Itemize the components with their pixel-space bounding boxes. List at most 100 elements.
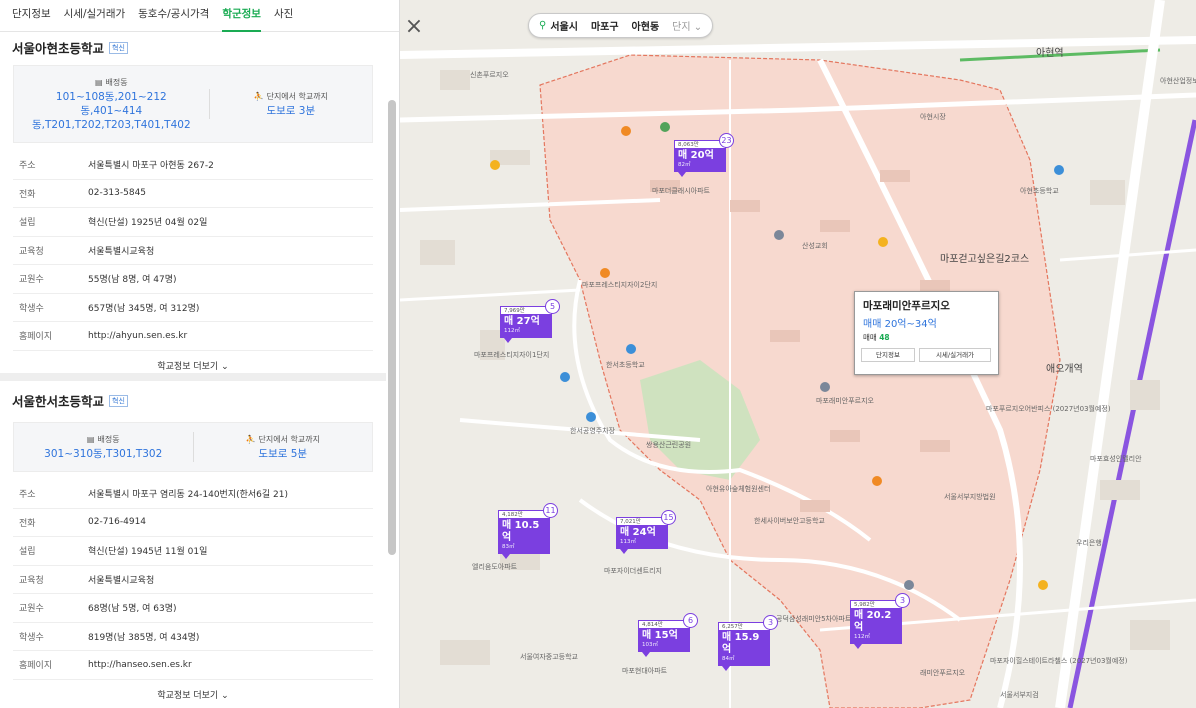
table-row: 교육청 서울특별시교육청 bbox=[13, 237, 373, 265]
church-icon[interactable] bbox=[774, 230, 784, 240]
map-label: 애오개역 bbox=[1046, 364, 1083, 375]
listing-count-badge: 3 bbox=[895, 593, 910, 608]
tab-complex-info[interactable]: 단지정보 bbox=[12, 0, 51, 32]
innovation-badge: 혁신 bbox=[109, 41, 128, 54]
map-label: 래미안푸르지오 bbox=[920, 669, 966, 677]
assigned-buildings: ▤ 배정동 101~108동,201~212동,401~414동,T201,T20… bbox=[14, 77, 209, 132]
parking-icon[interactable] bbox=[586, 412, 596, 422]
school-icon[interactable] bbox=[626, 344, 636, 354]
map-label: 한서공영주차장 bbox=[570, 427, 616, 435]
building-icon: ▤ bbox=[86, 434, 95, 444]
map-label: 마포걷고싶은길2코스 bbox=[940, 254, 1030, 265]
table-row: 설립 혁신(단설) 1925년 04월 02일 bbox=[13, 208, 373, 237]
map-label: 마포프레스티지자이1단지 bbox=[474, 351, 550, 359]
map-label: 마포더클래시아파트 bbox=[652, 187, 710, 195]
school-info-panel: 단지정보 시세/실거래가 동호수/공시가격 학군정보 사진 서울아현초등학교 혁… bbox=[0, 0, 400, 708]
location-district[interactable]: 마포구 bbox=[591, 18, 619, 33]
location-city[interactable]: 서울시 bbox=[550, 18, 578, 33]
price-marker[interactable]: 4,182만 매 10.5억 83㎡ 11 bbox=[498, 503, 558, 559]
map-label: 신촌푸르지오 bbox=[470, 71, 509, 79]
table-row: 전화 02-716-4914 bbox=[13, 509, 373, 537]
close-icon[interactable]: × bbox=[402, 16, 426, 40]
complex-info-button[interactable]: 단지정보 bbox=[861, 348, 915, 362]
map-label: 마포프레스티지자이2단지 bbox=[582, 281, 658, 289]
homepage-link[interactable]: http://ahyun.sen.es.kr bbox=[88, 331, 187, 341]
map-label: 서울서부지검 bbox=[1000, 691, 1039, 699]
walk-distance-value: 도보로 3분 bbox=[266, 104, 316, 117]
school-detail-table: 주소 서울특별시 마포구 아현동 267-2 전화 02-313-5845 설립 혁신… bbox=[13, 151, 373, 351]
homepage-link[interactable]: http://hanseo.sen.es.kr bbox=[88, 660, 192, 670]
assignment-box: ▤ 배정동 101~108동,201~212동,401~414동,T201,T20… bbox=[13, 65, 373, 143]
school-icon[interactable] bbox=[1054, 165, 1064, 175]
walk-icon: ⛹ bbox=[253, 91, 264, 101]
park-icon[interactable] bbox=[660, 122, 670, 132]
school-card: 서울아현초등학교 혁신 ▤ 배정동 101~108동,201~212동,401~4… bbox=[0, 38, 386, 372]
map-label: 마포현대아파트 bbox=[622, 667, 668, 675]
location-dong[interactable]: 아현동 bbox=[632, 18, 660, 33]
bank-icon[interactable] bbox=[1038, 580, 1048, 590]
table-row: 교원수 68명(남 5명, 여 63명) bbox=[13, 594, 373, 623]
listing-count-badge: 23 bbox=[719, 133, 734, 148]
parking-icon[interactable] bbox=[560, 372, 570, 382]
map-label: 한서초등학교 bbox=[606, 361, 645, 369]
assignment-box: ▤ 배정동 301~310동,T301,T302 ⛹ 단지에서 학교까지 도보로 5… bbox=[13, 422, 373, 472]
detail-tabs: 단지정보 시세/실거래가 동호수/공시가격 학군정보 사진 bbox=[0, 0, 399, 32]
popup-title[interactable]: 마포래미안푸르지오 bbox=[855, 292, 998, 315]
walk-icon: ⛹ bbox=[245, 434, 256, 444]
map-label: 아현유아숲체험원센터 bbox=[706, 485, 771, 493]
chevron-down-icon: ⌄ bbox=[221, 361, 229, 372]
price-marker[interactable]: 8,063만 매 20억 82㎡ 23 bbox=[674, 133, 734, 177]
price-history-button[interactable]: 시세/실거래가 bbox=[919, 348, 991, 362]
location-breadcrumb[interactable]: ⚲ 서울시 마포구 아현동 단지 ⌄ bbox=[528, 13, 714, 38]
popup-count: 매매 48 bbox=[863, 333, 890, 342]
price-marker[interactable]: 7,969만 매 27억 112㎡ 5 bbox=[500, 299, 560, 343]
restaurant-icon[interactable] bbox=[600, 268, 610, 278]
table-row: 홈페이지 http://ahyun.sen.es.kr bbox=[13, 322, 373, 351]
school-detail-table: 주소 서울특별시 마포구 염리동 24-140번지(한서6길 21) 전화 02-7… bbox=[13, 480, 373, 680]
map-label: 마포효성인텔리안 bbox=[1090, 455, 1142, 463]
tab-price[interactable]: 시세/실거래가 bbox=[64, 0, 126, 32]
more-school-info-button[interactable]: 학교정보 더보기 ⌄ bbox=[0, 359, 386, 372]
school-title: 서울한서초등학교 혁신 bbox=[0, 391, 386, 410]
map-label: 아현초등학교 bbox=[1020, 187, 1059, 195]
table-row: 설립 혁신(단설) 1945년 11월 01일 bbox=[13, 537, 373, 566]
court-icon[interactable] bbox=[904, 580, 914, 590]
school-card: 서울한서초등학교 혁신 ▤ 배정동 301~310동,T301,T302 ⛹ 단지에… bbox=[0, 391, 386, 701]
price-marker[interactable]: 7,021만 매 24억 113㎡ 15 bbox=[616, 510, 676, 554]
map-label: 마포푸르지오어반피스 (2027년03월예정) bbox=[986, 405, 1111, 413]
apartment-icon[interactable] bbox=[820, 382, 830, 392]
more-school-info-button[interactable]: 학교정보 더보기 ⌄ bbox=[0, 688, 386, 701]
map-view[interactable]: 아현역 애오개역 마포프레스티지자이2단지 마포프레스티지자이1단지 한서초등학… bbox=[400, 0, 1196, 708]
price-marker[interactable]: 4,814만 매 15억 103㎡ 6 bbox=[638, 613, 698, 657]
price-marker[interactable]: 5,982만 매 20.2억 112㎡ 3 bbox=[850, 593, 910, 649]
cafe-icon[interactable] bbox=[490, 160, 500, 170]
popup-price: 매매 20억~34억 bbox=[863, 319, 937, 330]
cafe-icon[interactable] bbox=[878, 237, 888, 247]
chevron-down-icon: ⌄ bbox=[221, 690, 229, 701]
tab-units[interactable]: 동호수/공시가격 bbox=[138, 0, 209, 32]
map-label: 한세사이버보안고등학교 bbox=[754, 517, 825, 525]
panel-scrollbar[interactable] bbox=[388, 100, 396, 555]
map-label: 산성교회 bbox=[802, 242, 828, 250]
location-filter[interactable]: 단지 ⌄ bbox=[672, 18, 702, 33]
table-row: 주소 서울특별시 마포구 염리동 24-140번지(한서6길 21) bbox=[13, 480, 373, 509]
price-marker[interactable]: 6,257만 매 15.9억 84㎡ 3 bbox=[718, 615, 778, 671]
school-name: 서울아현초등학교 bbox=[12, 41, 105, 56]
listing-count-badge: 5 bbox=[545, 299, 560, 314]
assigned-buildings-value: 101~108동,201~212동,401~414동,T201,T202,T20… bbox=[32, 90, 191, 131]
restaurant-icon[interactable] bbox=[872, 476, 882, 486]
table-row: 교원수 55명(남 8명, 여 47명) bbox=[13, 265, 373, 294]
table-row: 학생수 819명(남 385명, 여 434명) bbox=[13, 623, 373, 651]
restaurant-icon[interactable] bbox=[621, 126, 631, 136]
walk-distance: ⛹ 단지에서 학교까지 도보로 5분 bbox=[194, 434, 373, 461]
map-label: 공덕삼성래미안5차아파트 bbox=[776, 615, 852, 623]
tab-photos[interactable]: 사진 bbox=[274, 0, 293, 32]
map-label: 아현산업정보학교 bbox=[1160, 77, 1196, 85]
map-label: 서울서부지방법원 bbox=[944, 493, 996, 501]
map-label: 아현시장 bbox=[920, 113, 946, 121]
map-label: 우리은행 bbox=[1076, 539, 1102, 547]
map-label: 쌍용산근린공원 bbox=[646, 441, 692, 449]
tab-school[interactable]: 학군정보 bbox=[222, 0, 261, 32]
listing-count-badge: 11 bbox=[543, 503, 558, 518]
map-label: 마포자이더센트리지 bbox=[604, 567, 662, 575]
